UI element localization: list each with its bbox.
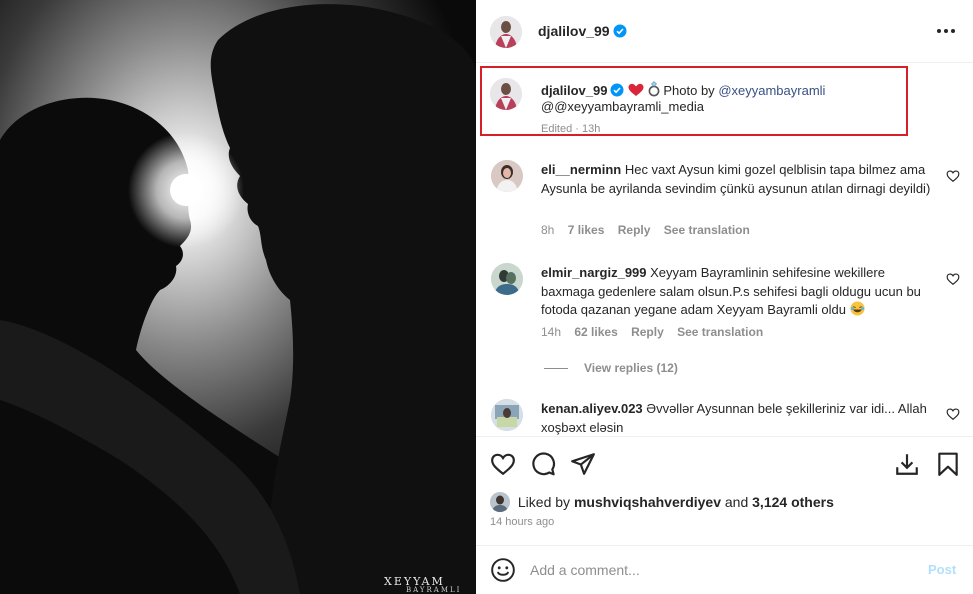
comment-likes[interactable]: 62 likes bbox=[574, 325, 617, 339]
comment-meta: 14h 62 likes Reply See translation bbox=[541, 325, 773, 339]
caption-edited-timestamp: Edited · 13h bbox=[541, 123, 601, 135]
reply-button[interactable]: Reply bbox=[618, 223, 651, 237]
more-horizontal-icon bbox=[937, 29, 941, 33]
like-comment-heart-icon[interactable] bbox=[946, 169, 960, 183]
photo-by-mention[interactable]: @xeyyambayramli bbox=[718, 83, 825, 98]
view-replies-button[interactable]: View replies (12) bbox=[544, 361, 678, 375]
like-comment-heart-icon[interactable] bbox=[946, 272, 960, 286]
comment-username[interactable]: kenan.aliyev.023 bbox=[541, 401, 643, 416]
liked-by-label: Liked by bbox=[517, 494, 571, 510]
photographer-watermark: XEYYAM BAYRAMLI bbox=[384, 575, 474, 594]
bookmark-save-icon[interactable] bbox=[935, 451, 961, 477]
see-translation-button[interactable]: See translation bbox=[664, 223, 750, 237]
download-icon[interactable] bbox=[894, 451, 920, 477]
watermark-sub: BAYRAMLI bbox=[406, 586, 462, 594]
comment-input[interactable] bbox=[530, 559, 910, 581]
comment-likes[interactable]: 7 likes bbox=[568, 223, 605, 237]
liked-by-summary: Liked by mushviqshahverdiyev and 3,124 o… bbox=[490, 492, 834, 512]
add-comment-bar: Post bbox=[476, 545, 973, 594]
caption-username[interactable]: djalilov_99 bbox=[541, 83, 607, 98]
commenter-avatar[interactable] bbox=[491, 160, 523, 192]
author-avatar[interactable] bbox=[490, 16, 522, 48]
ring-emoji-icon bbox=[648, 81, 660, 97]
comment-time: 14h bbox=[541, 325, 562, 339]
comment-time: 8h bbox=[541, 223, 555, 237]
author-username[interactable]: djalilov_99 bbox=[538, 23, 627, 39]
commenter-avatar[interactable] bbox=[491, 263, 523, 295]
comment-text: elmir_nargiz_999 Xeyyam Bayramlinin sehi… bbox=[541, 264, 931, 320]
liked-by-and: and bbox=[724, 494, 749, 510]
post-comment-button[interactable]: Post bbox=[928, 562, 956, 577]
red-heart-emoji-icon bbox=[628, 83, 644, 96]
post-header: djalilov_99 bbox=[476, 0, 973, 63]
view-replies-label[interactable]: View replies (12) bbox=[584, 361, 678, 375]
laughing-tears-emoji-icon bbox=[850, 301, 865, 316]
commenter-avatar[interactable] bbox=[491, 399, 523, 431]
see-translation-button[interactable]: See translation bbox=[677, 325, 763, 339]
post-details-panel: djalilov_99 djalilov_99 Photo by @xeyyam… bbox=[476, 0, 973, 594]
liked-by-username[interactable]: mushviqshahverdiyev bbox=[574, 494, 721, 510]
reply-button[interactable]: Reply bbox=[631, 325, 664, 339]
post-actions: Liked by mushviqshahverdiyev and 3,124 o… bbox=[476, 436, 973, 561]
emoji-smiley-icon[interactable] bbox=[490, 557, 516, 583]
like-comment-heart-icon[interactable] bbox=[946, 407, 960, 421]
comment-username[interactable]: elmir_nargiz_999 bbox=[541, 265, 647, 280]
share-paper-plane-icon[interactable] bbox=[570, 451, 596, 477]
comment-text: eli__nerminn Hec vaxt Aysun kimi gozel q… bbox=[541, 161, 931, 198]
caption-author-avatar[interactable] bbox=[490, 78, 522, 110]
verified-badge-icon bbox=[610, 83, 624, 97]
author-username-text[interactable]: djalilov_99 bbox=[538, 23, 610, 39]
caption-line-1: djalilov_99 Photo by @xeyyambayramli bbox=[541, 81, 825, 100]
like-heart-icon[interactable] bbox=[490, 451, 516, 477]
instagram-post: XEYYAM BAYRAMLI djalilov_99 djalilov_99 … bbox=[0, 0, 973, 594]
replies-divider-line bbox=[544, 368, 568, 370]
photo-by-label: Photo by bbox=[663, 83, 715, 98]
post-photo[interactable]: XEYYAM BAYRAMLI bbox=[0, 0, 476, 594]
caption-mention-line[interactable]: @@xeyyambayramli_media bbox=[541, 99, 704, 114]
verified-badge-icon bbox=[613, 24, 627, 38]
comment-username[interactable]: eli__nerminn bbox=[541, 162, 621, 177]
comment-text: kenan.aliyev.023 Əvvəllər Aysunnan bele … bbox=[541, 400, 931, 437]
comment-meta: 8h 7 likes Reply See translation bbox=[541, 223, 760, 237]
post-timestamp[interactable]: 14 hours ago bbox=[490, 516, 554, 528]
comment-bubble-icon[interactable] bbox=[530, 451, 556, 477]
liked-by-others-count[interactable]: 3,124 others bbox=[752, 494, 834, 510]
backlit-couple-image bbox=[0, 0, 476, 594]
more-options-button[interactable] bbox=[936, 28, 956, 36]
liker-avatar[interactable] bbox=[490, 492, 510, 512]
